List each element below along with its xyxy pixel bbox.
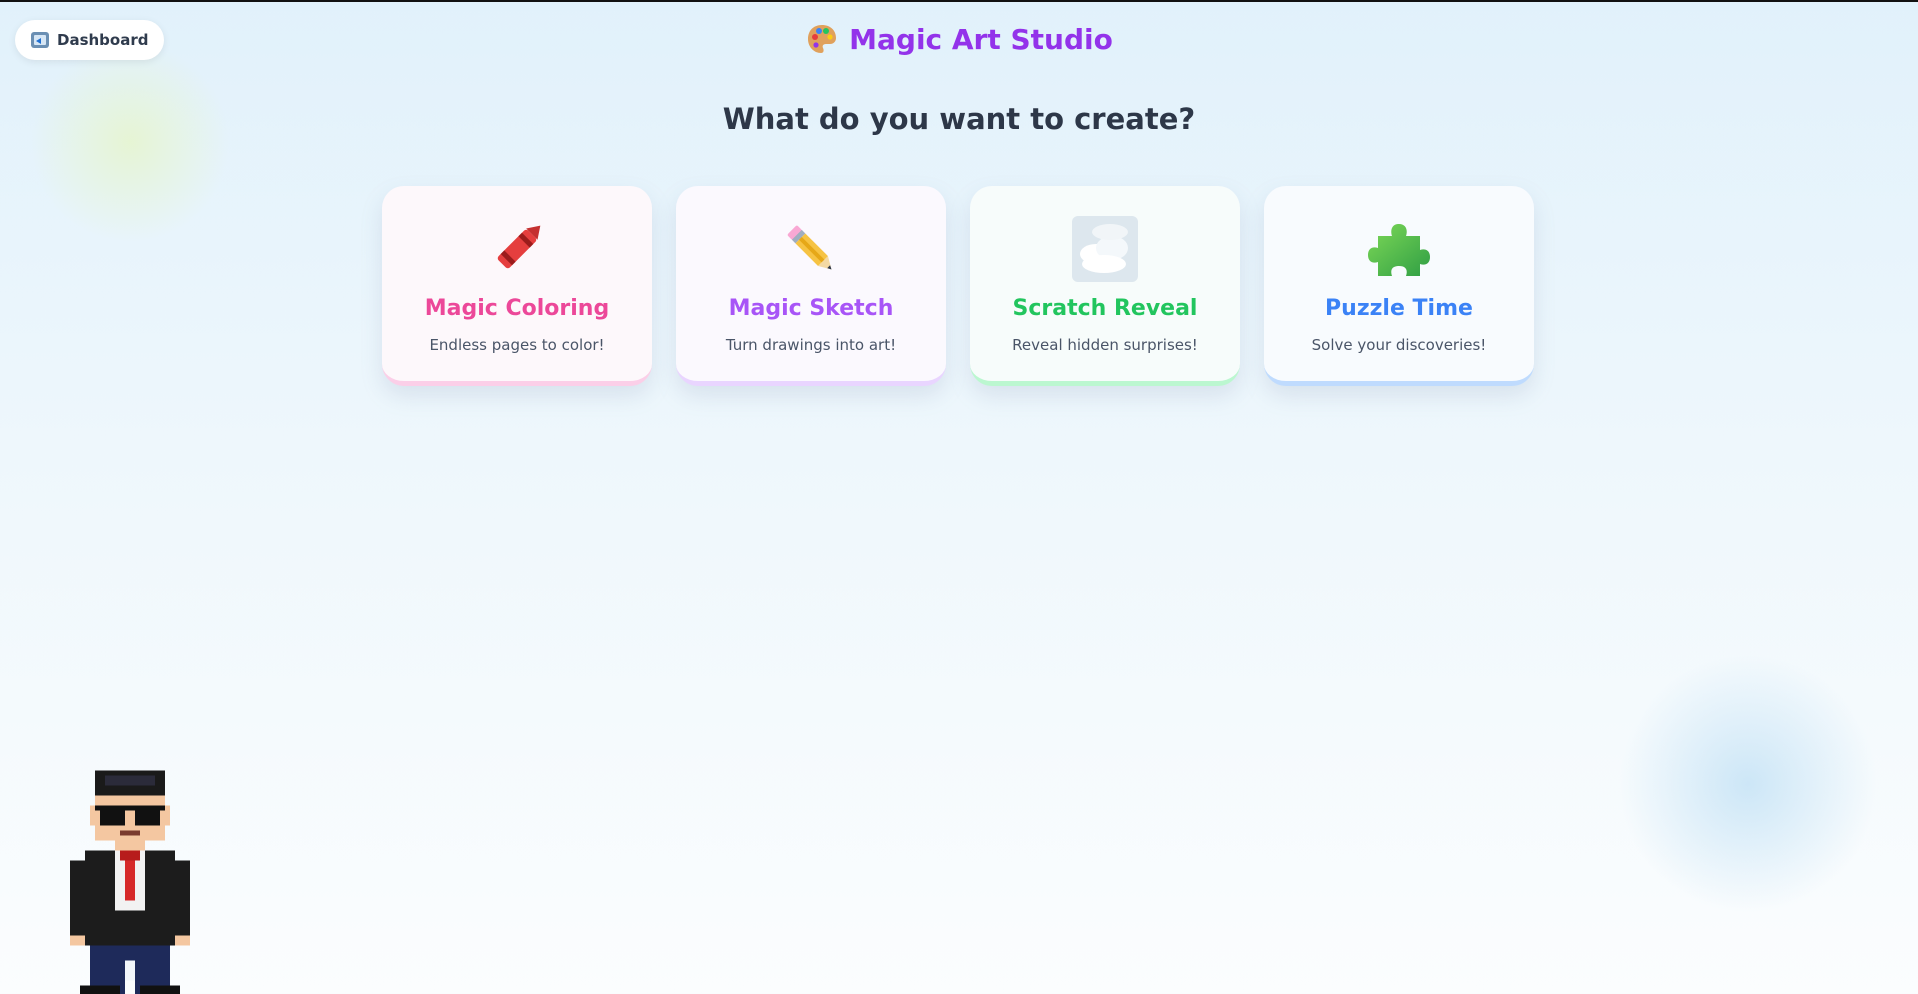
card-title: Magic Sketch [728, 296, 894, 321]
magic-sketch-card[interactable]: Magic Sketch Turn drawings into art! [676, 186, 946, 386]
card-description: Turn drawings into art! [725, 336, 897, 354]
card-title: Puzzle Time [1325, 296, 1473, 321]
card-title: Scratch Reveal [1012, 296, 1198, 321]
background-decoration [1618, 654, 1878, 914]
card-description: Endless pages to color! [429, 336, 605, 354]
magic-coloring-card[interactable]: Magic Coloring Endless pages to color! [382, 186, 652, 386]
app-title: Magic Art Studio [0, 22, 1918, 56]
app-title-text: Magic Art Studio [849, 22, 1113, 56]
card-description: Reveal hidden surprises! [1012, 336, 1198, 354]
page-heading: What do you want to create? [722, 102, 1196, 136]
puzzle-time-card[interactable]: Puzzle Time Solve your discoveries! [1264, 186, 1534, 386]
scratch-reveal-card[interactable]: Scratch Reveal Reveal hidden surprises! [970, 186, 1240, 386]
card-title: Magic Coloring [424, 296, 610, 321]
puzzle-piece-icon [1368, 224, 1430, 276]
crayon-icon [497, 225, 541, 269]
background-decoration [30, 42, 230, 242]
activity-cards: Magic Coloring Endless pages to color! M… [382, 186, 1534, 386]
pixel-businessman-icon [70, 770, 190, 994]
card-description: Solve your discoveries! [1311, 336, 1487, 354]
pencil-icon [787, 225, 832, 270]
cloud-icon [1072, 216, 1138, 282]
palette-icon [808, 25, 837, 53]
